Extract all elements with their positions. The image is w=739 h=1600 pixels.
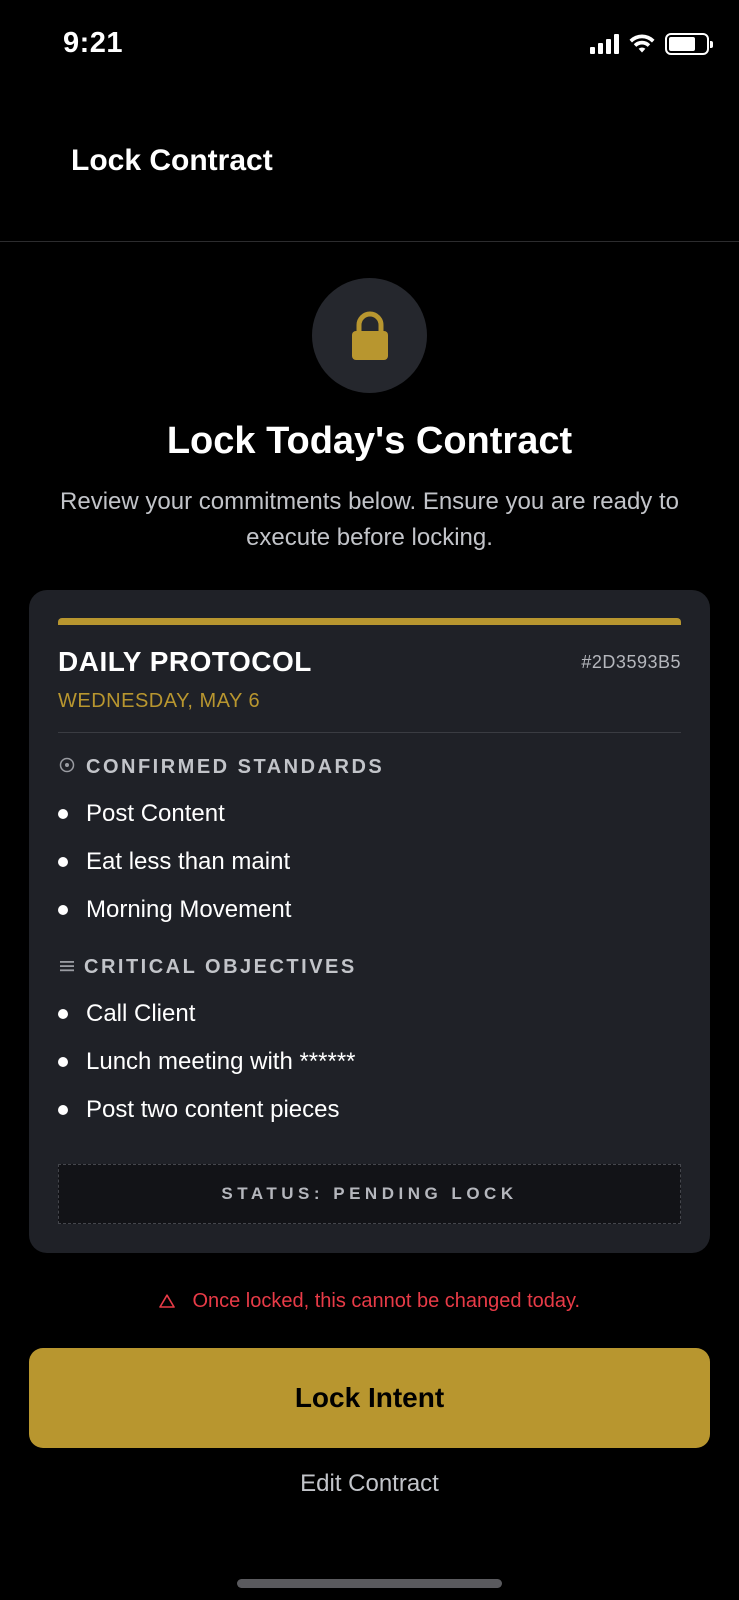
list-item: Call Client: [58, 1000, 195, 1028]
list-item: Post Content: [58, 800, 225, 828]
section-title: CONFIRMED STANDARDS: [86, 756, 385, 778]
contract-card: DAILY PROTOCOL #2D3593B5 WEDNESDAY, MAY …: [29, 590, 710, 1253]
divider: [58, 732, 681, 733]
list-item: Lunch meeting with ******: [58, 1048, 356, 1076]
section-header-standards: CONFIRMED STANDARDS: [58, 756, 384, 779]
status-bar: 9:21: [0, 0, 739, 90]
lock-badge: [312, 278, 427, 393]
warning-text: Once locked, this cannot be changed toda…: [192, 1290, 581, 1312]
lock-intent-button[interactable]: Lock Intent: [29, 1348, 710, 1448]
card-accent-bar: [58, 618, 681, 625]
list-item: Morning Movement: [58, 896, 291, 924]
status-time: 9:21: [63, 27, 124, 59]
header: Lock Contract: [0, 90, 739, 242]
target-icon: [58, 757, 76, 778]
section-title: CRITICAL OBJECTIVES: [84, 956, 357, 978]
section-header-objectives: CRITICAL OBJECTIVES: [58, 956, 357, 979]
warning-message: Once locked, this cannot be changed toda…: [0, 1290, 739, 1313]
card-title: DAILY PROTOCOL: [58, 646, 312, 677]
edit-contract-button[interactable]: Edit Contract: [0, 1470, 739, 1498]
contract-date: WEDNESDAY, MAY 6: [58, 690, 261, 712]
subtitle: Review your commitments below. Ensure yo…: [60, 488, 679, 551]
home-indicator[interactable]: [237, 1579, 502, 1588]
wifi-icon: [629, 34, 655, 53]
list-item: Post two content pieces: [58, 1096, 339, 1124]
list-icon: [58, 959, 76, 977]
cellular-signal-icon: [590, 34, 619, 54]
status-badge: STATUS: PENDING LOCK: [58, 1164, 681, 1224]
battery-icon: [665, 33, 713, 55]
list-item: Eat less than maint: [58, 848, 290, 876]
page-title: Lock Contract: [71, 144, 273, 177]
lock-icon: [351, 311, 388, 360]
warning-triangle-icon: [159, 1290, 181, 1312]
contract-id: #2D3593B5: [581, 652, 681, 672]
main-title: Lock Today's Contract: [166, 420, 573, 462]
status-icons: [590, 32, 713, 56]
